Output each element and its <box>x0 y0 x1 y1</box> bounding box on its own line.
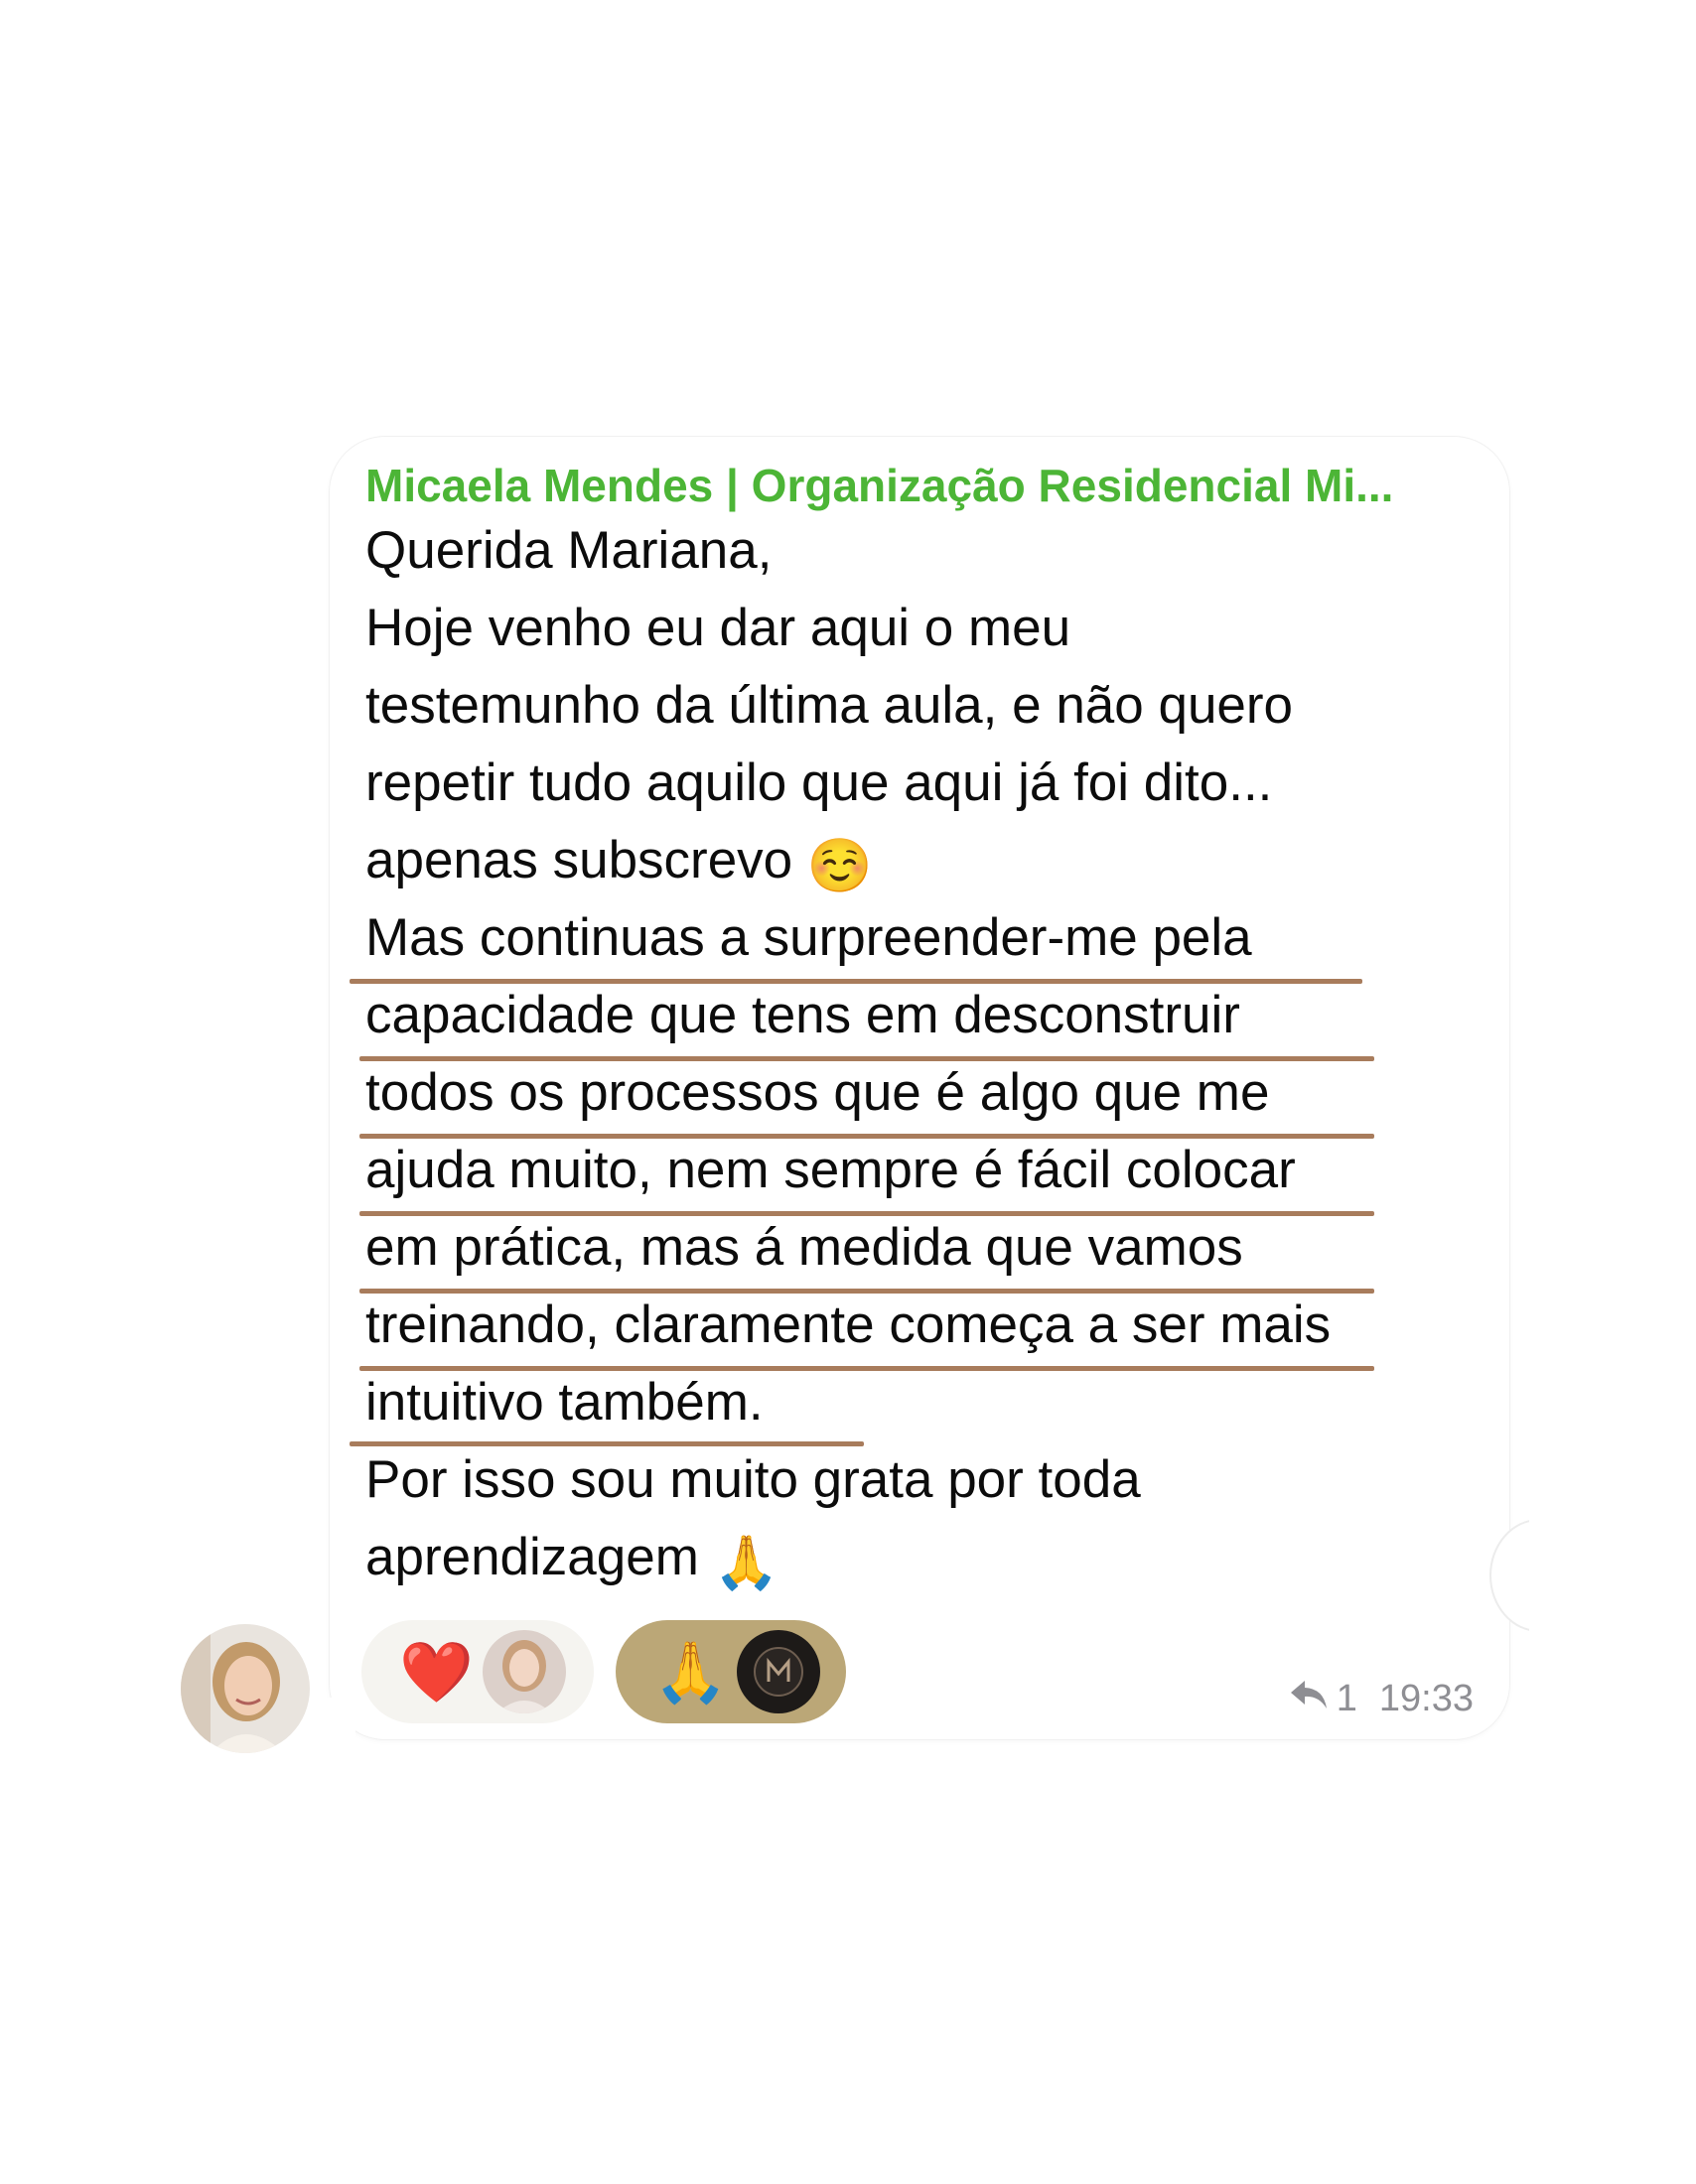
highlight-underline <box>350 1441 864 1446</box>
message-line: todos os processos que é algo que me <box>365 1063 1270 1122</box>
message-line: Mas continuas a surpreender-me pela <box>365 908 1252 967</box>
highlight-underline <box>359 1289 1374 1294</box>
message-time: 19:33 <box>1378 1678 1474 1719</box>
message-line: ajuda muito, nem sempre é fácil colocar <box>365 1141 1296 1199</box>
pray-emoji-icon: 🙏 <box>713 1534 779 1592</box>
smile-emoji-icon: ☺️ <box>806 837 873 895</box>
heart-icon: ❤️ <box>399 1637 474 1707</box>
message-line-with-emoji: aprendizagem 🙏 <box>365 1531 779 1589</box>
highlight-underline <box>359 1134 1374 1139</box>
highlight-underline <box>359 1211 1374 1216</box>
message-line: capacidade que tens em desconstruir <box>365 986 1240 1044</box>
bubble-tail <box>310 1698 355 1739</box>
highlight-underline <box>350 979 1362 984</box>
message-line: Por isso sou muito grata por toda <box>365 1450 1141 1509</box>
reply-count[interactable]: 1 <box>1337 1678 1357 1720</box>
reactor-avatar <box>483 1630 566 1713</box>
reaction-pray[interactable]: 🙏 <box>616 1620 846 1723</box>
message-line: testemunho da última aula, e não quero <box>365 676 1294 735</box>
reaction-heart[interactable]: ❤️ <box>361 1620 594 1723</box>
pray-icon: 🙏 <box>653 1637 728 1707</box>
message-line: Hoje venho eu dar aqui o meu <box>365 599 1071 657</box>
message-meta: 1 19:33 <box>1289 1678 1474 1720</box>
sender-avatar[interactable] <box>181 1624 310 1753</box>
message-line: apenas subscrevo <box>365 831 793 889</box>
message-line: Querida Mariana, <box>365 521 773 580</box>
reactor-avatar <box>737 1630 820 1713</box>
message-line: treinando, claramente começa a ser mais <box>365 1296 1332 1354</box>
message-line: repetir tudo aquilo que aqui já foi dito… <box>365 753 1273 812</box>
message-line: intuitivo também. <box>365 1373 764 1432</box>
crop-area <box>1529 1489 1696 1668</box>
highlight-underline <box>359 1056 1374 1061</box>
message-line: aprendizagem <box>365 1528 699 1586</box>
message-line-with-emoji: apenas subscrevo ☺️ <box>365 834 873 892</box>
sender-name[interactable]: Micaela Mendes | Organização Residencial… <box>365 459 1393 512</box>
reply-icon[interactable] <box>1289 1678 1329 1720</box>
highlight-underline <box>359 1366 1374 1371</box>
message-line: em prática, mas á medida que vamos <box>365 1218 1243 1277</box>
